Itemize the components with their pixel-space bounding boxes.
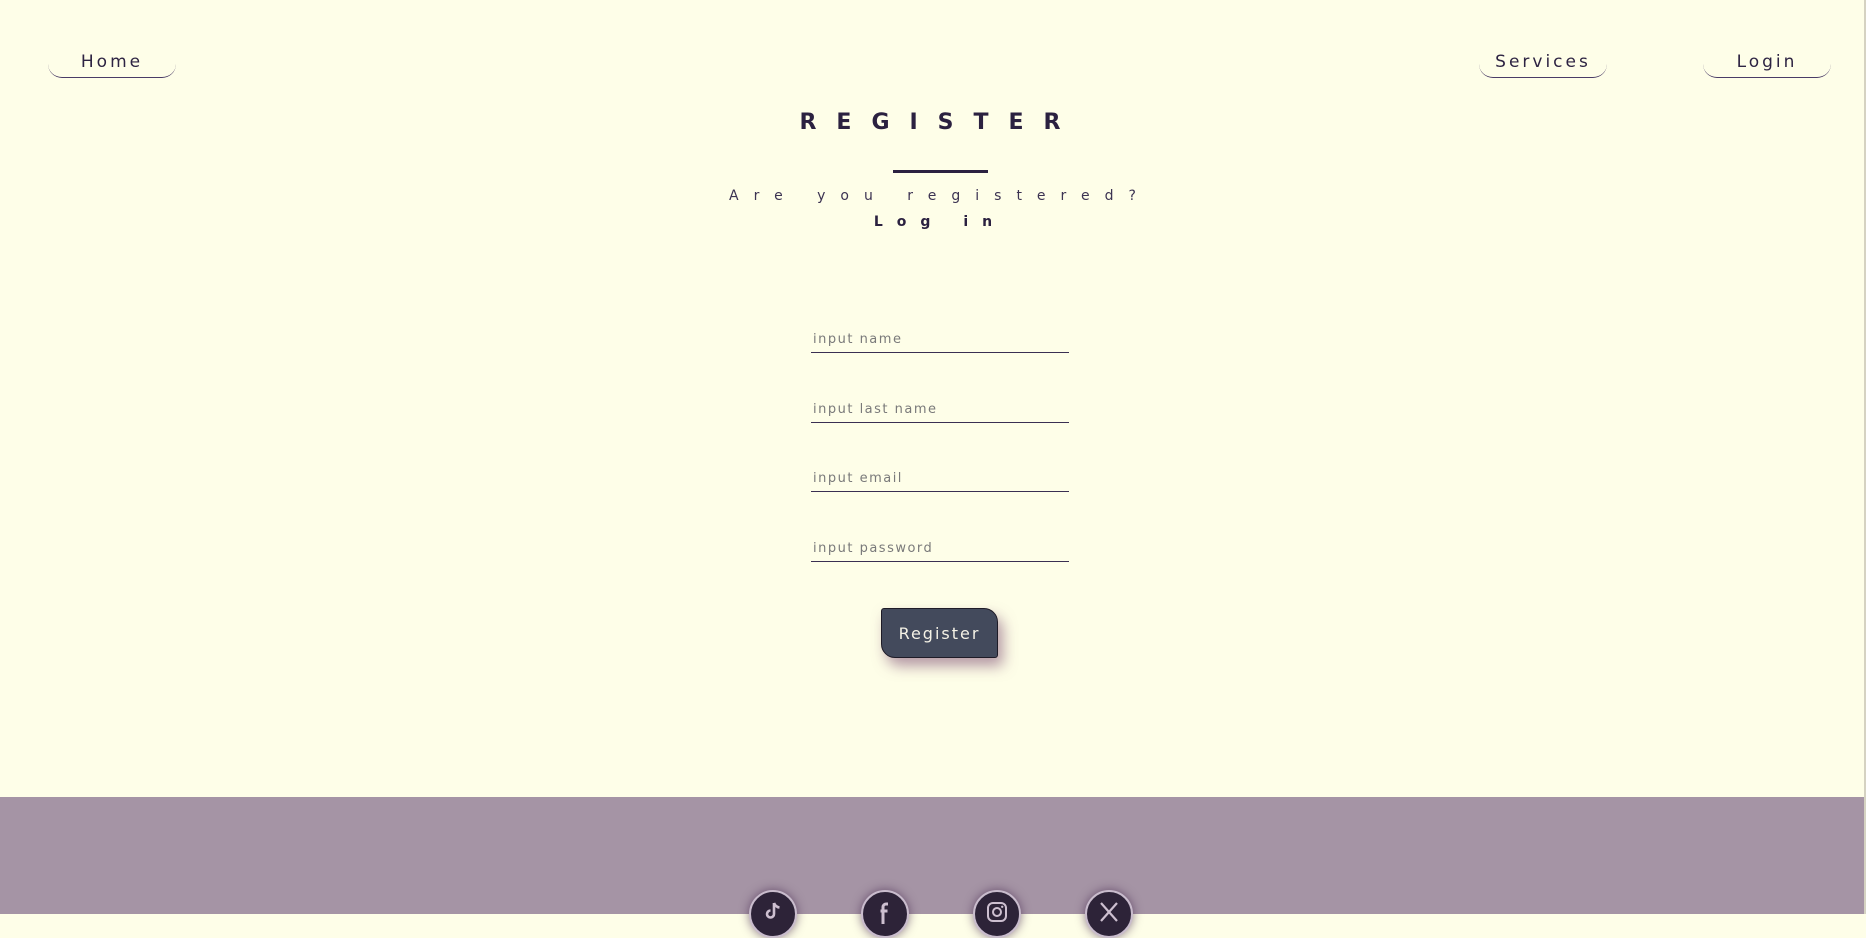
registered-question: Are you registered? bbox=[729, 188, 1151, 204]
instagram-icon[interactable] bbox=[973, 890, 1021, 938]
log-in-link[interactable]: Log in bbox=[0, 214, 1866, 230]
nav-services-link[interactable]: Services bbox=[1479, 50, 1607, 78]
footer bbox=[0, 797, 1864, 938]
nav-login-link[interactable]: Login bbox=[1703, 50, 1831, 78]
tiktok-icon[interactable] bbox=[749, 890, 797, 938]
register-button[interactable]: Register bbox=[881, 608, 998, 658]
facebook-icon[interactable] bbox=[861, 890, 909, 938]
nav-home-link[interactable]: Home bbox=[48, 50, 176, 78]
page-title: REGISTER bbox=[799, 110, 1081, 135]
email-input[interactable] bbox=[811, 466, 1069, 492]
x-icon[interactable] bbox=[1085, 890, 1133, 938]
password-input[interactable] bbox=[811, 536, 1069, 562]
title-underline bbox=[893, 170, 988, 173]
name-input[interactable] bbox=[811, 327, 1069, 353]
last-name-input[interactable] bbox=[811, 397, 1069, 423]
